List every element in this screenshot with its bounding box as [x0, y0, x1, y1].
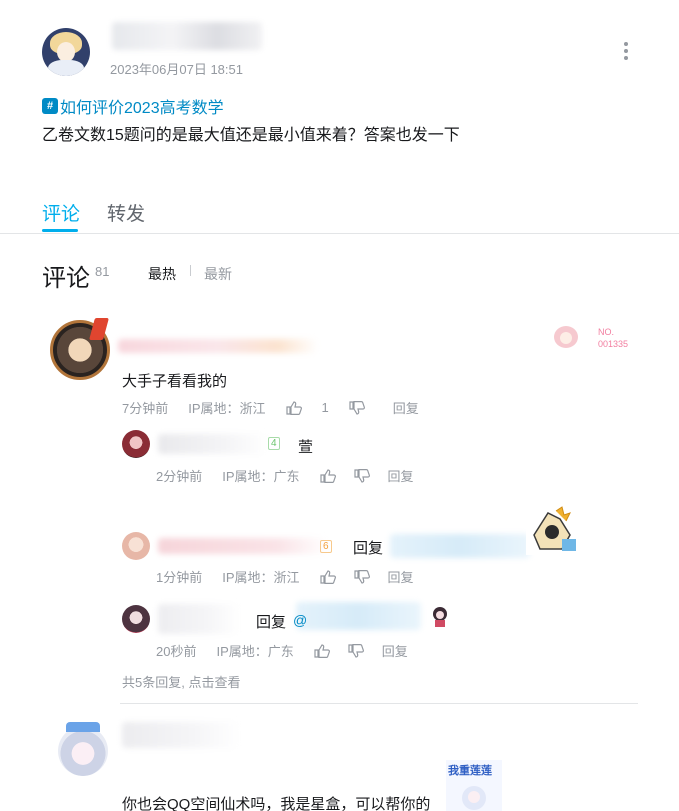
sticker-icon	[428, 604, 452, 628]
sort-separator	[190, 265, 191, 276]
sort-hot-button[interactable]: 最热	[148, 264, 176, 284]
divider	[0, 233, 679, 234]
reply-button[interactable]: 回复	[388, 567, 414, 586]
topic-link[interactable]: # 如何评价2023高考数学	[42, 94, 224, 118]
reply-name-blurred[interactable]	[158, 434, 268, 454]
sort-new-button[interactable]: 最新	[204, 264, 232, 284]
reply-target-blurred[interactable]	[296, 602, 421, 630]
reply-ip: IP属地：广东	[222, 469, 300, 484]
thumbs-down-icon[interactable]	[353, 468, 370, 483]
fan-badge-number: NO. 001335	[598, 327, 629, 349]
reply-meta: 2分钟前 IP属地：广东 回复	[156, 466, 434, 485]
like-button[interactable]: 1	[285, 400, 329, 415]
comment-text: 大手子看看我的	[122, 373, 228, 390]
reply-name-blurred[interactable]	[158, 604, 240, 634]
post-time: 2023年06月07日 18:51	[110, 62, 243, 77]
author-avatar[interactable]	[42, 28, 90, 76]
reply-button[interactable]: 回复	[388, 466, 414, 485]
reply-ip: IP属地：浙江	[222, 570, 300, 585]
reply-time: 2分钟前	[156, 469, 203, 484]
active-tab-indicator	[42, 229, 78, 232]
commenter-name-blurred[interactable]	[122, 722, 240, 748]
thumbs-up-icon[interactable]	[319, 569, 336, 584]
reply-avatar[interactable]	[122, 605, 150, 633]
comment-text: 你也会QQ空间仙术吗，我是星盒，可以帮你的	[122, 796, 431, 811]
tab-comments[interactable]: 评论	[42, 199, 80, 226]
avatar-pendant	[66, 722, 100, 732]
reply-text: 回复	[353, 540, 384, 557]
commenter-avatar[interactable]	[58, 726, 108, 776]
like-count: 1	[321, 400, 329, 415]
thumbs-up-icon[interactable]	[319, 468, 336, 483]
comment-ip: IP属地：浙江	[188, 401, 266, 416]
comments-title: 评论	[42, 265, 90, 292]
reply-text: 回复	[256, 614, 287, 631]
thumbs-down-icon[interactable]	[349, 400, 365, 415]
reply-time: 1分钟前	[156, 570, 203, 585]
topic-label: 如何评价2023高考数学	[60, 100, 224, 117]
reply-avatar[interactable]	[122, 430, 150, 458]
author-name-blurred[interactable]	[112, 22, 262, 50]
thumbs-up-icon	[285, 400, 302, 415]
level-badge: 6	[320, 540, 332, 553]
post-content: 乙卷文数15题问的是最大值还是最小值来着？答案也发一下	[42, 127, 460, 144]
thumbs-up-icon[interactable]	[314, 643, 330, 658]
comment-meta: 7分钟前 IP属地：浙江 1 回复	[122, 398, 439, 417]
thumbs-down-icon[interactable]	[348, 643, 364, 658]
reply-time: 20秒前	[156, 644, 197, 659]
fan-badge-icon[interactable]	[548, 324, 588, 352]
reply-name-blurred[interactable]	[158, 538, 328, 554]
sticker-label: 我重莲莲	[448, 765, 492, 777]
thumbs-down-icon[interactable]	[353, 569, 370, 584]
reply-target-blurred[interactable]	[390, 534, 530, 558]
level-badge: 4	[268, 437, 280, 450]
topic-hash-icon: #	[42, 98, 58, 114]
reply-avatar[interactable]	[122, 532, 150, 560]
commenter-name-blurred[interactable]	[118, 339, 318, 353]
reply-text: 萱	[298, 439, 314, 456]
reply-button[interactable]: 回复	[382, 641, 408, 660]
comments-count: 81	[95, 264, 110, 279]
reply-ip: IP属地：广东	[216, 644, 294, 659]
reply-meta: 1分钟前 IP属地：浙江 回复	[156, 567, 434, 586]
more-options-icon[interactable]	[616, 42, 636, 64]
view-more-replies-link[interactable]: 共5条回复, 点击查看	[122, 672, 240, 691]
reply-button[interactable]: 回复	[393, 398, 419, 417]
mention-link[interactable]: @	[293, 612, 307, 628]
tab-reposts[interactable]: 转发	[107, 199, 145, 226]
sticker-icon	[526, 505, 576, 555]
comment-time: 7分钟前	[122, 401, 169, 416]
reply-meta: 20秒前 IP属地：广东 回复	[156, 641, 428, 660]
comment-divider	[120, 703, 638, 704]
